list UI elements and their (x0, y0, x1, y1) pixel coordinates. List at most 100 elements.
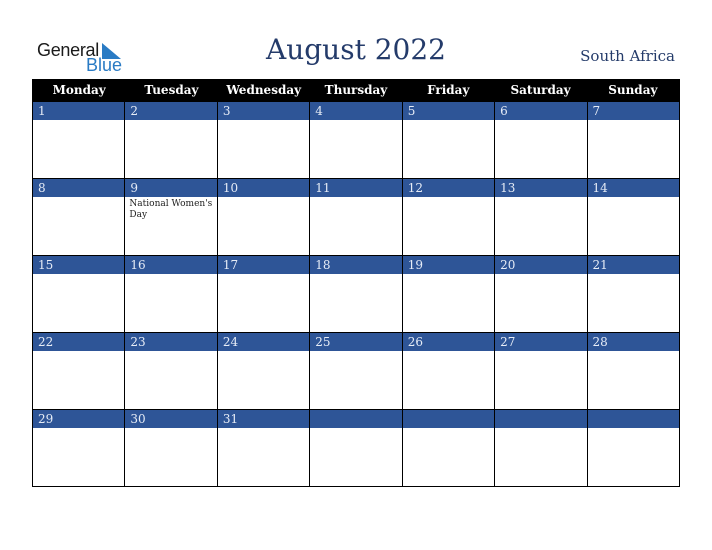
day-event (403, 428, 494, 486)
day-number: 27 (495, 332, 587, 351)
day-cell[interactable]: 6 (494, 101, 587, 178)
day-cell[interactable]: 27 (494, 332, 587, 409)
day-number: 3 (217, 101, 310, 120)
day-event (33, 428, 124, 486)
day-event (310, 274, 401, 332)
day-event (495, 120, 586, 178)
day-cell[interactable]: 18 (309, 255, 402, 332)
week-row: 22 23 24 25 26 27 28 (33, 332, 679, 409)
day-cell[interactable] (586, 409, 679, 486)
day-event (495, 428, 586, 486)
day-event (310, 351, 401, 409)
day-cell[interactable] (494, 409, 587, 486)
day-event (310, 120, 401, 178)
country-label: South Africa (580, 47, 675, 65)
weekday-friday: Friday (427, 83, 470, 97)
day-number: 2 (125, 101, 217, 120)
day-number: 11 (310, 178, 402, 197)
day-number: 10 (217, 178, 310, 197)
day-cell[interactable]: 15 (33, 255, 125, 332)
day-cell[interactable]: 2 (124, 101, 217, 178)
day-cell[interactable]: 26 (401, 332, 495, 409)
weekday-sunday: Sunday (608, 83, 658, 97)
weekday-saturday: Saturday (510, 83, 571, 97)
day-event (218, 120, 309, 178)
day-cell[interactable]: 19 (401, 255, 495, 332)
day-event (403, 120, 494, 178)
day-cell[interactable]: 31 (216, 409, 310, 486)
day-cell[interactable]: 25 (309, 332, 402, 409)
week-row: 8 9 National Women's Day 10 11 12 13 14 (33, 178, 679, 255)
day-cell[interactable]: 20 (494, 255, 587, 332)
day-cell[interactable]: 30 (124, 409, 217, 486)
day-cell[interactable]: 5 (401, 101, 495, 178)
day-event (588, 274, 679, 332)
day-cell[interactable]: 22 (33, 332, 125, 409)
day-cell[interactable]: 23 (124, 332, 217, 409)
day-event (125, 351, 216, 409)
week-row: 29 30 31 (33, 409, 679, 486)
day-cell[interactable] (309, 409, 402, 486)
weekday-tuesday: Tuesday (144, 83, 199, 97)
day-cell[interactable]: 7 (586, 101, 679, 178)
day-number: 16 (125, 255, 217, 274)
day-number: 20 (495, 255, 587, 274)
day-event (218, 274, 309, 332)
day-number (402, 409, 495, 428)
day-cell[interactable]: 8 (33, 178, 125, 255)
weekday-wednesday: Wednesday (226, 83, 302, 97)
day-cell[interactable]: 21 (586, 255, 679, 332)
day-cell[interactable]: 14 (586, 178, 679, 255)
day-number: 22 (33, 332, 125, 351)
day-number: 5 (402, 101, 495, 120)
day-number: 4 (310, 101, 402, 120)
day-event (125, 120, 216, 178)
day-number: 28 (587, 332, 679, 351)
day-number (310, 409, 402, 428)
day-number: 13 (495, 178, 587, 197)
day-number: 21 (587, 255, 679, 274)
day-number: 14 (587, 178, 679, 197)
day-number: 8 (33, 178, 125, 197)
day-number: 18 (310, 255, 402, 274)
day-event (310, 428, 401, 486)
day-number: 15 (33, 255, 125, 274)
day-number: 12 (402, 178, 495, 197)
day-cell[interactable]: 1 (33, 101, 125, 178)
day-cell[interactable]: 11 (309, 178, 402, 255)
day-number: 19 (402, 255, 495, 274)
day-cell[interactable]: 10 (216, 178, 310, 255)
day-cell[interactable]: 12 (401, 178, 495, 255)
weekday-thursday: Thursday (324, 83, 388, 97)
day-event (218, 197, 309, 255)
day-number: 17 (217, 255, 310, 274)
weekday-monday: Monday (52, 83, 106, 97)
day-event: National Women's Day (129, 199, 213, 220)
day-number: 25 (310, 332, 402, 351)
day-cell[interactable]: 3 (216, 101, 310, 178)
day-event (125, 428, 216, 486)
day-event (495, 197, 586, 255)
weekday-header-row: Monday Tuesday Wednesday Thursday Friday… (33, 79, 679, 101)
day-number: 31 (217, 409, 310, 428)
day-event (33, 120, 124, 178)
calendar-grid: Monday Tuesday Wednesday Thursday Friday… (32, 79, 680, 487)
day-cell[interactable]: 13 (494, 178, 587, 255)
day-event (33, 351, 124, 409)
day-cell[interactable] (401, 409, 495, 486)
day-cell[interactable]: 16 (124, 255, 217, 332)
week-row: 15 16 17 18 19 20 21 (33, 255, 679, 332)
day-cell[interactable]: 24 (216, 332, 310, 409)
day-number (495, 409, 587, 428)
day-number: 24 (217, 332, 310, 351)
day-cell[interactable]: 28 (586, 332, 679, 409)
day-event (310, 197, 401, 255)
day-event (33, 274, 124, 332)
day-cell[interactable]: 17 (216, 255, 310, 332)
day-cell[interactable]: 4 (309, 101, 402, 178)
day-cell[interactable]: 29 (33, 409, 125, 486)
day-number: 26 (402, 332, 495, 351)
day-event (218, 428, 309, 486)
day-cell[interactable]: 9 National Women's Day (124, 178, 217, 255)
day-event (403, 274, 494, 332)
